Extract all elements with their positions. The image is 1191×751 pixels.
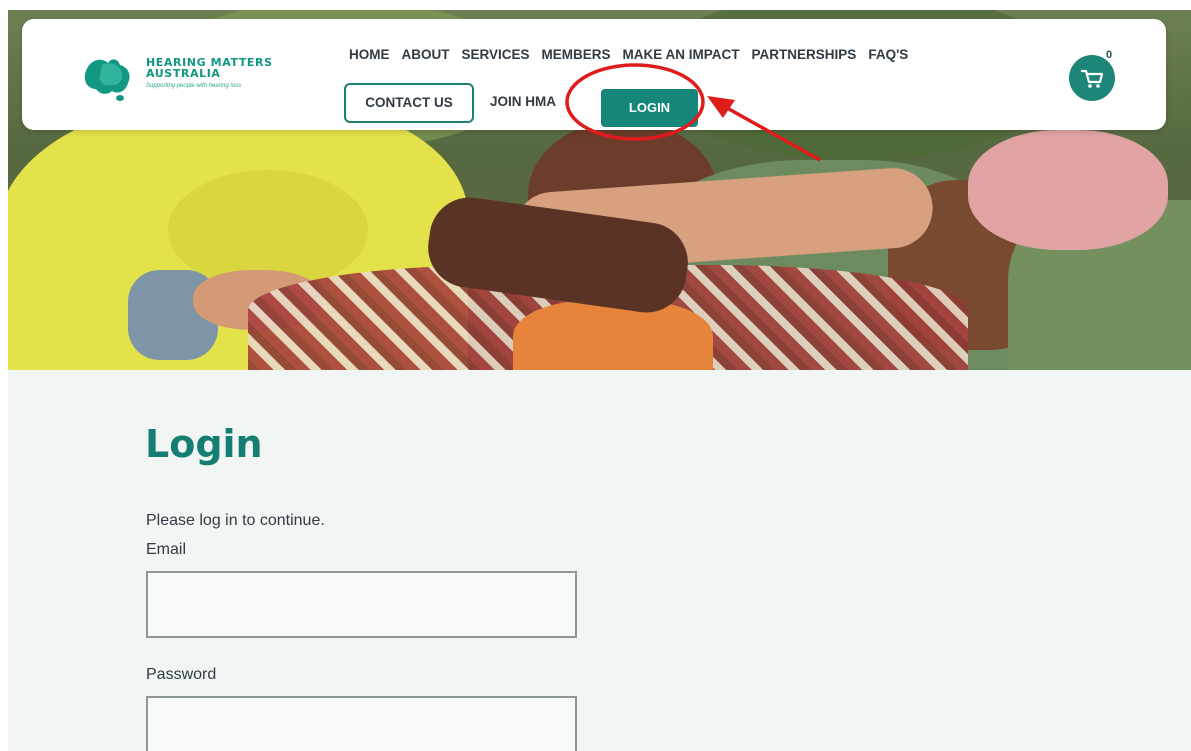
nav-partnerships[interactable]: PARTNERSHIPS bbox=[752, 47, 857, 69]
password-field[interactable] bbox=[146, 696, 577, 751]
nav-about[interactable]: ABOUT bbox=[402, 47, 450, 69]
email-label: Email bbox=[146, 541, 187, 558]
nav-members[interactable]: MEMBERS bbox=[542, 47, 611, 69]
login-message: Please log in to continue. bbox=[146, 512, 325, 529]
logo-tagline: Supporting people with hearing loss bbox=[146, 83, 242, 89]
email-field[interactable] bbox=[146, 571, 577, 638]
nav-make-an-impact[interactable]: MAKE AN IMPACT bbox=[623, 47, 740, 69]
contact-us-button[interactable]: CONTACT US bbox=[344, 83, 474, 123]
nav-faqs[interactable]: FAQ'S bbox=[868, 47, 908, 69]
login-button[interactable]: LOGIN bbox=[601, 89, 698, 127]
logo-title: HEARING MATTERS AUSTRALIA bbox=[146, 56, 273, 80]
page-title: Login bbox=[145, 422, 263, 466]
site-logo[interactable]: HEARING MATTERS AUSTRALIA Supporting peo… bbox=[80, 51, 320, 111]
nav-home[interactable]: HOME bbox=[349, 47, 390, 69]
australia-map-icon bbox=[84, 59, 130, 101]
join-hma-link[interactable]: JOIN HMA bbox=[490, 94, 556, 109]
cart-icon bbox=[1080, 69, 1104, 88]
cart-count-badge: 0 bbox=[1106, 49, 1113, 61]
site-header: HEARING MATTERS AUSTRALIA Supporting peo… bbox=[22, 19, 1166, 130]
main-menu: HOME ABOUT SERVICES MEMBERS MAKE AN IMPA… bbox=[349, 47, 920, 69]
nav-services[interactable]: SERVICES bbox=[462, 47, 530, 69]
cart-button[interactable] bbox=[1069, 55, 1115, 101]
password-label: Password bbox=[146, 666, 217, 683]
page-frame: HEARING MATTERS AUSTRALIA Supporting peo… bbox=[8, 10, 1191, 751]
